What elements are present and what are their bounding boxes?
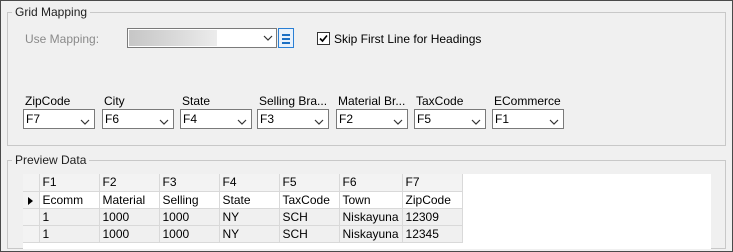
column-header[interactable]: F5: [279, 174, 340, 192]
table-cell[interactable]: Niskayuna: [339, 208, 403, 226]
chevron-down-icon: [263, 30, 273, 49]
state-select-value: F4: [183, 112, 198, 126]
column-header[interactable]: F4: [219, 174, 280, 192]
zipcode-select-value: F7: [26, 112, 41, 126]
taxcode-label: TaxCode: [416, 94, 464, 108]
use-mapping-dropdown[interactable]: [127, 28, 277, 48]
preview-data-title: Preview Data: [15, 153, 87, 167]
chevron-down-icon: [237, 115, 247, 129]
column-header[interactable]: F2: [99, 174, 160, 192]
table-cell[interactable]: NY: [219, 225, 280, 243]
table-cell[interactable]: 12309: [402, 208, 463, 226]
table-cell[interactable]: SCH: [279, 208, 340, 226]
zipcode-label: ZipCode: [25, 94, 71, 108]
table-cell[interactable]: Selling: [159, 191, 220, 209]
selling-branch-select[interactable]: F3: [257, 109, 329, 129]
table-cell[interactable]: 1000: [159, 208, 220, 226]
current-row-indicator-icon: [28, 196, 33, 205]
ecommerce-select[interactable]: F1: [492, 109, 564, 129]
city-label: City: [104, 94, 125, 108]
mapping-list-button[interactable]: [278, 28, 294, 48]
table-cell[interactable]: TaxCode: [279, 191, 340, 209]
column-header[interactable]: F7: [402, 174, 463, 192]
skip-first-line-checkbox[interactable]: [317, 32, 330, 45]
table-cell[interactable]: Ecomm: [39, 191, 100, 209]
taxcode-select-value: F5: [417, 112, 432, 126]
row-header[interactable]: [23, 225, 40, 243]
chevron-down-icon: [314, 115, 324, 129]
table-cell[interactable]: State: [219, 191, 280, 209]
material-branch-label: Material Br...: [338, 94, 406, 108]
header-row: F1 F2 F3 F4 F5 F6 F7: [23, 174, 463, 192]
table-cell[interactable]: Town: [339, 191, 403, 209]
chevron-down-icon: [393, 115, 403, 129]
row-header[interactable]: [23, 208, 40, 226]
table-cell[interactable]: Material: [99, 191, 160, 209]
chevron-down-icon: [549, 115, 559, 129]
table-row[interactable]: 1 1000 1000 NY SCH Niskayuna 12345: [23, 225, 463, 243]
material-branch-select[interactable]: F2: [336, 109, 408, 129]
ecommerce-label: ECommerce: [494, 94, 561, 108]
column-header[interactable]: F6: [339, 174, 403, 192]
state-select[interactable]: F4: [180, 109, 252, 129]
table-cell[interactable]: ZipCode: [402, 191, 463, 209]
table-cell[interactable]: 1: [39, 208, 100, 226]
preview-table: F1 F2 F3 F4 F5 F6 F7 Ecomm Material Sell…: [23, 174, 463, 243]
checkmark-icon: [319, 34, 328, 43]
table-cell[interactable]: 1000: [99, 208, 160, 226]
row-header[interactable]: [23, 191, 40, 209]
use-mapping-label: Use Mapping:: [25, 32, 100, 46]
column-header[interactable]: F3: [159, 174, 220, 192]
chevron-down-icon: [471, 115, 481, 129]
state-label: State: [182, 94, 211, 108]
table-row[interactable]: Ecomm Material Selling State TaxCode Tow…: [23, 191, 463, 209]
skip-first-line-label: Skip First Line for Headings: [334, 32, 482, 46]
table-cell[interactable]: 1: [39, 225, 100, 243]
preview-grid[interactable]: F1 F2 F3 F4 F5 F6 F7 Ecomm Material Sell…: [23, 174, 711, 249]
grid-mapping-title: Grid Mapping: [15, 5, 88, 19]
taxcode-select[interactable]: F5: [414, 109, 486, 129]
table-cell[interactable]: 12345: [402, 225, 463, 243]
city-select[interactable]: F6: [102, 109, 174, 129]
table-cell[interactable]: NY: [219, 208, 280, 226]
selling-branch-select-value: F3: [260, 112, 275, 126]
column-header[interactable]: F1: [39, 174, 100, 192]
use-mapping-value: [129, 30, 217, 46]
chevron-down-icon: [159, 115, 169, 129]
table-cell[interactable]: 1000: [99, 225, 160, 243]
ecommerce-select-value: F1: [495, 112, 510, 126]
selling-branch-label: Selling Bra...: [259, 94, 328, 108]
material-branch-select-value: F2: [339, 112, 354, 126]
city-select-value: F6: [105, 112, 120, 126]
table-row[interactable]: 1 1000 1000 NY SCH Niskayuna 12309: [23, 208, 463, 226]
zipcode-select[interactable]: F7: [23, 109, 95, 129]
table-cell[interactable]: Niskayuna: [339, 225, 403, 243]
chevron-down-icon: [80, 115, 90, 129]
corner-header: [23, 174, 40, 192]
table-cell[interactable]: SCH: [279, 225, 340, 243]
table-cell[interactable]: 1000: [159, 225, 220, 243]
window-frame: Grid Mapping Use Mapping: Skip First Lin…: [0, 0, 733, 252]
